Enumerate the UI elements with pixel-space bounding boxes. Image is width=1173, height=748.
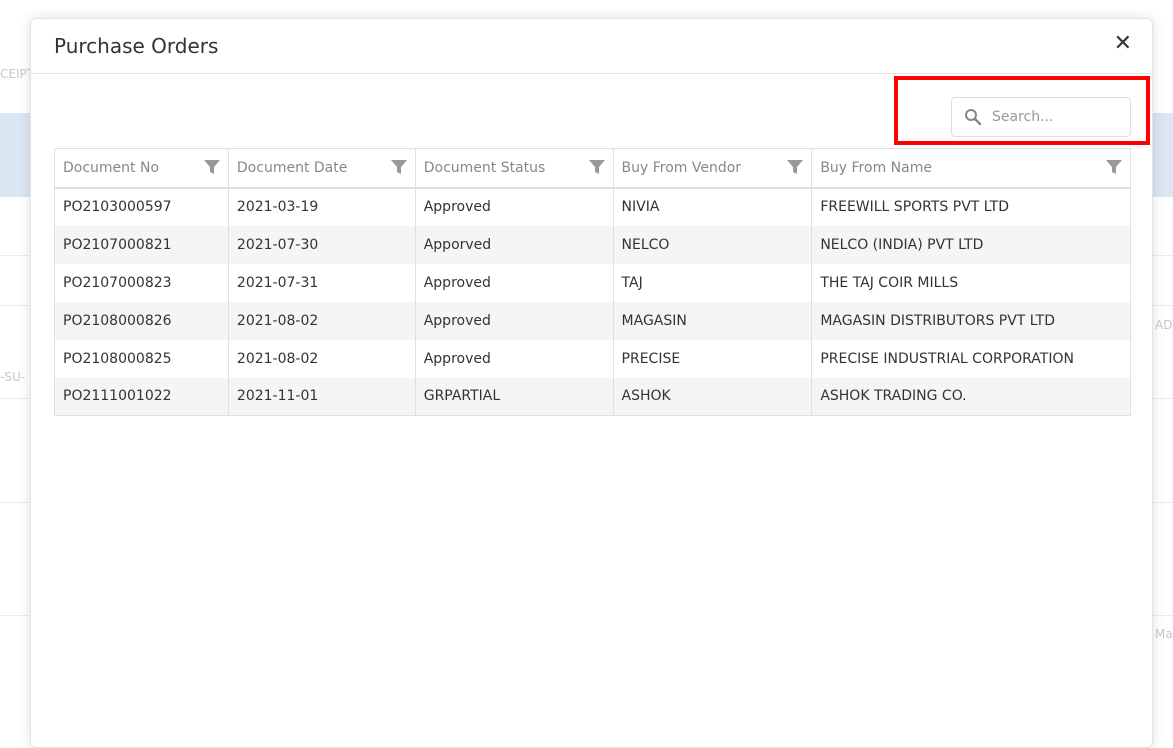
- dialog-title: Purchase Orders: [54, 34, 219, 58]
- table-cell: 2021-07-31: [228, 263, 416, 302]
- table-cell: TAJ: [613, 263, 813, 302]
- purchase-orders-dialog: Purchase Orders ✕ Document No Document Da…: [30, 18, 1153, 748]
- table-cell: 2021-08-02: [228, 301, 416, 340]
- table-cell: Approved: [415, 187, 614, 226]
- bg-text: ADV: [1155, 318, 1173, 332]
- table-row[interactable]: PO2111001022 2021-11-01 GRPARTIAL ASHOK ASHO…: [54, 377, 1131, 416]
- column-label: Document No: [63, 159, 160, 176]
- bg-text: CEIPT: [0, 67, 35, 81]
- table-cell: NELCO: [613, 225, 813, 264]
- column-header[interactable]: Buy From Vendor: [613, 148, 813, 189]
- search-box[interactable]: [951, 97, 1131, 137]
- close-icon[interactable]: ✕: [1114, 33, 1132, 55]
- table-cell: NIVIA: [613, 187, 813, 226]
- table-row[interactable]: PO2108000825 2021-08-02 Approved PRECISE PRE…: [54, 339, 1131, 378]
- column-header[interactable]: Document Date: [228, 148, 416, 189]
- table-cell: MAGASIN DISTRIBUTORS PVT LTD: [811, 301, 1131, 340]
- search-icon: [965, 109, 982, 126]
- table-cell: PO2108000825: [54, 339, 229, 378]
- column-label: Buy From Vendor: [621, 159, 742, 176]
- table-cell: PO2107000821: [54, 225, 229, 264]
- column-header[interactable]: Document Status: [415, 148, 614, 189]
- table-cell: ASHOK: [613, 377, 813, 416]
- filter-icon[interactable]: [588, 159, 605, 175]
- filter-icon[interactable]: [787, 159, 804, 175]
- purchase-orders-table: Document No Document Date Document Status B…: [54, 148, 1131, 416]
- table-cell: PRECISE: [613, 339, 813, 378]
- table-cell: PO2111001022: [54, 377, 229, 416]
- column-label: Buy From Name: [820, 159, 932, 176]
- filter-icon[interactable]: [390, 159, 407, 175]
- table-cell: ASHOK TRADING CO.: [811, 377, 1131, 416]
- table-cell: 2021-03-19: [228, 187, 416, 226]
- table-row[interactable]: PO2108000826 2021-08-02 Approved MAGASIN MAG…: [54, 301, 1131, 340]
- table-cell: FREEWILL SPORTS PVT LTD: [811, 187, 1131, 226]
- table-cell: 2021-07-30: [228, 225, 416, 264]
- column-label: Document Date: [236, 159, 348, 176]
- table-cell: 2021-08-02: [228, 339, 416, 378]
- column-header[interactable]: Buy From Name: [811, 148, 1131, 189]
- table-cell: Approved: [415, 301, 614, 340]
- table-cell: PO2107000823: [54, 263, 229, 302]
- bg-text: -SU-: [0, 370, 26, 384]
- filter-icon[interactable]: [1106, 159, 1122, 175]
- table-row[interactable]: PO2107000823 2021-07-31 Approved TAJ THE TAJ…: [54, 263, 1131, 302]
- table-cell: Apporved: [415, 225, 614, 264]
- table-row[interactable]: PO2103000597 2021-03-19 Approved NIVIA FREEW…: [54, 187, 1131, 226]
- column-header[interactable]: Document No: [54, 148, 229, 189]
- bg-text: Ma: [1155, 627, 1173, 641]
- table-row[interactable]: PO2107000821 2021-07-30 Apporved NELCO NELCO…: [54, 225, 1131, 264]
- table-cell: PO2103000597: [54, 187, 229, 226]
- table-cell: THE TAJ COIR MILLS: [811, 263, 1131, 302]
- table-cell: Approved: [415, 263, 614, 302]
- dialog-header: Purchase Orders ✕: [31, 19, 1152, 74]
- search-input[interactable]: [992, 109, 1122, 125]
- table-cell: GRPARTIAL: [415, 377, 614, 416]
- table-cell: PO2108000826: [54, 301, 229, 340]
- column-label: Document Status: [423, 159, 546, 176]
- filter-icon[interactable]: [203, 159, 220, 175]
- table-cell: MAGASIN: [613, 301, 813, 340]
- table-cell: PRECISE INDUSTRIAL CORPORATION: [811, 339, 1131, 378]
- table-cell: Approved: [415, 339, 614, 378]
- table-cell: 2021-11-01: [228, 377, 416, 416]
- table-cell: NELCO (INDIA) PVT LTD: [811, 225, 1131, 264]
